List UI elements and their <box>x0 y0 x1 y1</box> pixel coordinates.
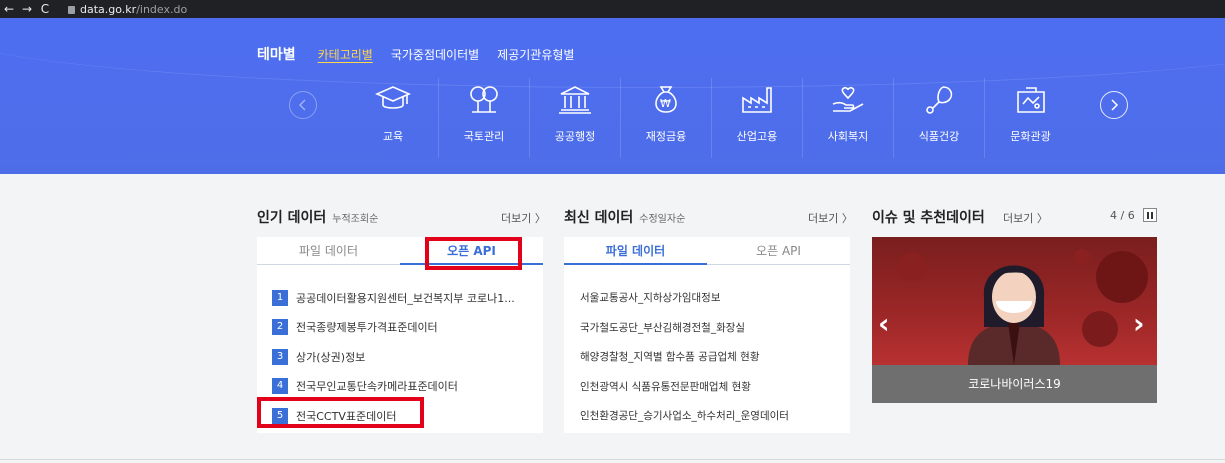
popular-data-heading: 인기 데이터 누적조회순 <box>257 207 378 227</box>
latest-data-title: 최신 데이터 <box>564 210 634 226</box>
rank-badge: 1 <box>272 289 288 306</box>
lock-icon <box>68 6 75 14</box>
list-item[interactable]: 2 전국종량제봉투가격표준데이터 <box>272 313 543 343</box>
money-bag-icon: ₩ <box>655 86 677 113</box>
slide-pager: 4 / 6 <box>1110 208 1157 222</box>
theme-title: 테마별 <box>257 47 296 63</box>
item-label: 공공데이터활용지원센터_보건복지부 코로나1... <box>296 291 515 305</box>
latest-data-list: 서울교통공사_지하상가임대정보 국가철도공단_부산김해경전철_화장실 해양경찰청… <box>564 265 850 431</box>
tab-open-api[interactable]: 오픈 API <box>707 237 850 264</box>
address-bar[interactable]: data.go.kr /index.do <box>68 3 187 16</box>
back-icon[interactable]: ← <box>0 2 18 16</box>
footer-divider <box>0 459 1225 460</box>
category-industry-employment[interactable]: 산업고용 <box>712 78 803 158</box>
category-education[interactable]: 교육 <box>348 78 439 158</box>
rank-badge: 3 <box>272 348 288 365</box>
list-item[interactable]: 인천환경공단_승기사업소_하수처리_운영데이터 <box>580 401 850 431</box>
latest-more-link[interactable]: 더보기 〉 <box>808 210 853 226</box>
reload-icon[interactable]: C <box>36 2 54 16</box>
popular-more-link[interactable]: 더보기 〉 <box>501 210 546 226</box>
item-label: 전국CCTV표준데이터 <box>296 409 397 423</box>
latest-tab-bar: 파일 데이터 오픈 API <box>564 237 850 265</box>
browser-toolbar: ← → C data.go.kr /index.do <box>0 0 1225 18</box>
item-label: 전국무인교통단속카메라표준데이터 <box>296 380 458 394</box>
issue-data-heading: 이슈 및 추천데이터 <box>872 207 985 227</box>
category-label: 재정금융 <box>645 130 687 143</box>
rank-badge: 4 <box>272 378 288 395</box>
popular-data-list: 1 공공데이터활용지원센터_보건복지부 코로나1... 2 전국종량제봉투가격표준데… <box>257 265 543 431</box>
tab-file-data[interactable]: 파일 데이터 <box>257 237 400 264</box>
chevron-left-icon <box>298 99 306 111</box>
theme-tab-bar: 테마별 카테고리별 국가중점데이터별 제공기관유형별 <box>257 44 574 64</box>
list-item[interactable]: 4 전국무인교통단속카메라표준데이터 <box>272 372 543 402</box>
forward-icon[interactable]: → <box>18 2 36 16</box>
rank-badge: 5 <box>272 407 288 424</box>
list-item[interactable]: 5 전국CCTV표준데이터 <box>272 401 543 431</box>
covid-illustration <box>898 249 1148 365</box>
category-culture-tourism[interactable]: 문화관광 <box>985 78 1076 158</box>
heart-hand-icon <box>832 86 864 112</box>
category-next-button[interactable] <box>1100 91 1128 119</box>
popular-data-panel: 파일 데이터 오픈 API 1 공공데이터활용지원센터_보건복지부 코로나1...… <box>257 237 543 433</box>
map-icon <box>1016 87 1045 113</box>
issue-banner-image[interactable] <box>872 237 1157 365</box>
tab-file-data[interactable]: 파일 데이터 <box>564 237 707 265</box>
category-label: 산업고용 <box>736 130 778 143</box>
tab-open-api[interactable]: 오픈 API <box>400 237 543 265</box>
tree-icon <box>470 86 498 113</box>
tab-category[interactable]: 카테고리별 <box>318 46 373 63</box>
chevron-right-icon <box>1111 99 1119 111</box>
list-item[interactable]: 해양경찰청_지역별 함수품 공급업체 현황 <box>580 342 850 372</box>
category-label: 국토관리 <box>463 130 505 143</box>
pause-button[interactable] <box>1142 208 1157 222</box>
slide-counter: 4 / 6 <box>1110 208 1135 222</box>
popular-data-subtitle: 누적조회순 <box>332 214 379 225</box>
url-domain: data.go.kr <box>80 2 137 16</box>
category-finance[interactable]: ₩ 재정금융 <box>621 78 712 158</box>
category-label: 공공행정 <box>554 130 596 143</box>
list-item[interactable]: 국가철도공단_부산김해경전철_화장실 <box>580 313 850 343</box>
category-label: 식품건강 <box>918 130 960 143</box>
list-item[interactable]: 인천광역시 식품유통전문판매업체 현황 <box>580 372 850 402</box>
factory-icon <box>742 87 772 113</box>
url-path: /index.do <box>136 2 188 16</box>
item-label: 전국종량제봉투가격표준데이터 <box>296 321 438 335</box>
tab-national-key-data[interactable]: 국가중점데이터별 <box>391 46 479 63</box>
category-list: 교육 국토관리 공공행정 ₩ 재정금융 산업고용 사회복지 식품건강 문화관광 <box>348 78 1076 158</box>
popular-tab-bar: 파일 데이터 오픈 API <box>257 237 543 265</box>
issue-caption: 코로나바이러스19 <box>872 365 1157 403</box>
category-label: 교육 <box>382 130 404 143</box>
category-food-health[interactable]: 식품건강 <box>894 78 985 158</box>
list-item[interactable]: 3 상가(상권)정보 <box>272 342 543 372</box>
theme-banner: 테마별 카테고리별 국가중점데이터별 제공기관유형별 교육 국토관리 공공행정 <box>0 18 1225 174</box>
category-label: 사회복지 <box>827 130 869 143</box>
rank-badge: 2 <box>272 319 288 336</box>
popular-data-title: 인기 데이터 <box>257 210 327 226</box>
pause-icon <box>1146 211 1149 219</box>
issue-data-title: 이슈 및 추천데이터 <box>872 210 985 226</box>
issue-more-link[interactable]: 더보기 〉 <box>1003 210 1048 226</box>
item-label: 상가(상권)정보 <box>296 350 366 364</box>
graduation-cap-icon <box>375 86 411 109</box>
government-building-icon <box>559 86 591 114</box>
issue-prev-arrow[interactable]: ‹ <box>878 307 890 340</box>
category-social-welfare[interactable]: 사회복지 <box>803 78 894 158</box>
pause-icon-bar <box>1150 211 1153 219</box>
category-land-management[interactable]: 국토관리 <box>439 78 530 158</box>
latest-data-subtitle: 수정일자순 <box>639 214 686 225</box>
category-prev-button[interactable] <box>289 91 317 119</box>
list-item[interactable]: 서울교통공사_지하상가임대정보 <box>580 283 850 313</box>
issue-next-arrow[interactable]: › <box>1133 307 1145 340</box>
category-label: 문화관광 <box>1010 130 1051 143</box>
latest-data-panel: 파일 데이터 오픈 API 서울교통공사_지하상가임대정보 국가철도공단_부산김… <box>564 237 850 433</box>
drumstick-icon <box>926 86 953 114</box>
latest-data-heading: 최신 데이터 수정일자순 <box>564 207 685 227</box>
category-public-admin[interactable]: 공공행정 <box>530 78 621 158</box>
list-item[interactable]: 1 공공데이터활용지원센터_보건복지부 코로나1... <box>272 283 543 313</box>
tab-provider-type[interactable]: 제공기관유형별 <box>497 46 574 63</box>
svg-text:₩: ₩ <box>660 97 671 110</box>
